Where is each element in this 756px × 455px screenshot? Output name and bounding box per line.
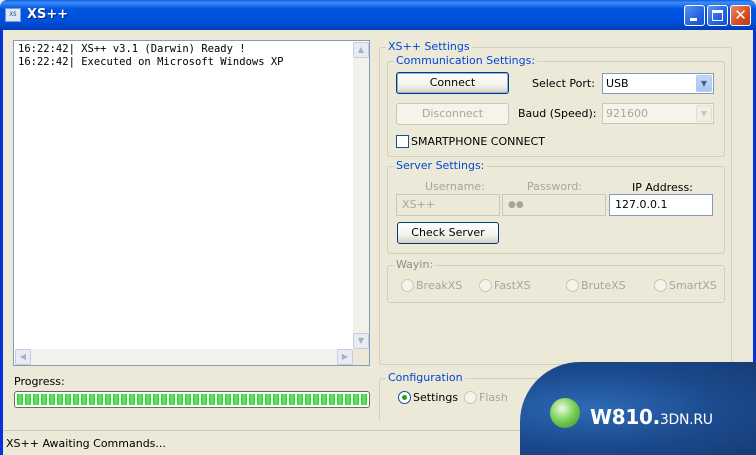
log-line: 16:22:42| XS++ v3.1 (Darwin) Ready !: [18, 43, 246, 55]
status-text: XS++ Awaiting Commands...: [6, 437, 166, 450]
chevron-down-icon[interactable]: ▼: [696, 105, 712, 122]
configuration-title: Configuration: [386, 371, 465, 384]
app-icon[interactable]: XS: [5, 8, 21, 22]
ip-address-field[interactable]: 127.0.0.1: [609, 194, 713, 216]
password-label: Password:: [527, 180, 583, 193]
maximize-button[interactable]: [707, 5, 728, 26]
sony-ericsson-logo-icon: [550, 398, 580, 428]
watermark-main: W810.: [590, 405, 660, 429]
progress-label: Progress:: [14, 375, 65, 388]
check-server-button[interactable]: Check Server: [397, 222, 499, 244]
select-port-label: Select Port:: [532, 77, 595, 90]
port-select[interactable]: USB ▼: [602, 73, 714, 94]
scroll-right-button[interactable]: ▶: [337, 349, 353, 365]
wayin-title: Wayin:: [394, 258, 436, 271]
horizontal-scrollbar[interactable]: ◀ ▶: [15, 349, 353, 365]
minimize-icon: [690, 18, 697, 21]
title-bar[interactable]: XS XS++ ✕: [0, 0, 756, 30]
chevron-down-icon[interactable]: ▼: [696, 75, 712, 92]
connect-button[interactable]: Connect: [396, 72, 509, 94]
ip-address-label: IP Address:: [632, 181, 693, 194]
username-label: Username:: [425, 180, 485, 193]
close-icon: ✕: [734, 6, 747, 24]
window-title: XS++: [27, 7, 69, 22]
smartxs-label[interactable]: SmartXS: [669, 279, 717, 292]
smartphone-checkbox[interactable]: [396, 135, 409, 148]
close-button[interactable]: ✕: [730, 5, 751, 26]
server-title: Server Settings:: [394, 159, 487, 172]
breakxs-label[interactable]: BreakXS: [416, 279, 462, 292]
baud-value: 921600: [606, 107, 648, 120]
minimize-button[interactable]: [684, 5, 705, 26]
disconnect-button[interactable]: Disconnect: [396, 103, 509, 125]
password-field[interactable]: ●●: [502, 194, 606, 216]
log-line: 16:22:42| Executed on Microsoft Windows …: [18, 56, 284, 68]
watermark-suffix: 3DN.RU: [659, 412, 713, 428]
log-panel[interactable]: 16:22:42| XS++ v3.1 (Darwin) Ready ! 16:…: [13, 40, 370, 366]
fastxs-label[interactable]: FastXS: [494, 279, 531, 292]
progress-bar: [14, 391, 370, 408]
port-value: USB: [606, 77, 629, 90]
settings-option-label[interactable]: Settings: [413, 391, 458, 404]
communication-title: Communication Settings:: [394, 54, 538, 67]
watermark-text: W810.3DN.RU: [590, 405, 713, 429]
radio-breakxs[interactable]: [401, 279, 414, 292]
scroll-left-button[interactable]: ◀: [15, 349, 31, 365]
radio-brutexs[interactable]: [566, 279, 579, 292]
radio-flash[interactable]: [464, 391, 477, 404]
progress-fill: [17, 394, 367, 405]
smartphone-label[interactable]: SMARTPHONE CONNECT: [411, 135, 545, 148]
window-border-left: [0, 30, 3, 455]
radio-settings[interactable]: [398, 391, 411, 404]
baud-select[interactable]: 921600 ▼: [602, 103, 714, 124]
scroll-up-button[interactable]: ▲: [353, 42, 369, 58]
flash-option-label[interactable]: Flash: [479, 391, 508, 404]
baud-label: Baud (Speed):: [518, 107, 597, 120]
maximize-icon: [712, 10, 723, 21]
settings-title: XS++ Settings: [386, 40, 472, 53]
brutexs-label[interactable]: BruteXS: [581, 279, 626, 292]
radio-fastxs[interactable]: [479, 279, 492, 292]
username-field[interactable]: XS++: [396, 194, 500, 216]
log-lines: 16:22:42| XS++ v3.1 (Darwin) Ready ! 16:…: [18, 43, 348, 69]
vertical-scrollbar[interactable]: ▲ ▼: [353, 42, 369, 349]
scroll-down-button[interactable]: ▼: [353, 333, 369, 349]
radio-smartxs[interactable]: [654, 279, 667, 292]
watermark: W810.3DN.RU: [520, 362, 756, 455]
scroll-corner: [353, 349, 369, 365]
